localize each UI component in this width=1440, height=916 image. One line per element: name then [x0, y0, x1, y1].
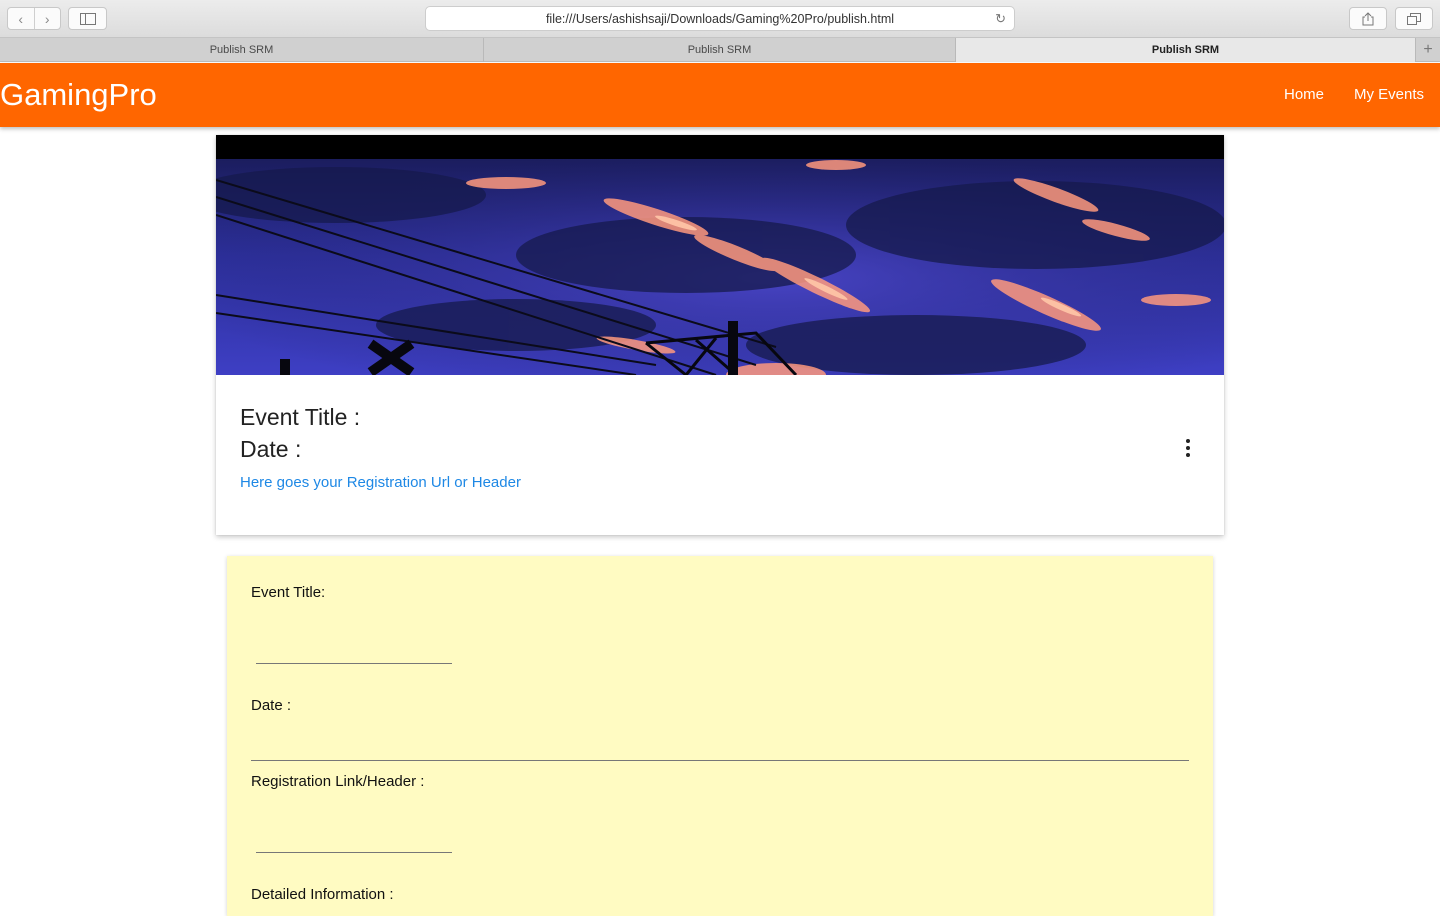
- history-nav: ‹ ›: [7, 7, 61, 30]
- browser-tab[interactable]: Publish SRM: [0, 38, 484, 62]
- event-title-label: Event Title:: [251, 584, 326, 601]
- registration-input[interactable]: [256, 833, 452, 853]
- url-text: file:///Users/ashishsaji/Downloads/Gamin…: [545, 11, 895, 26]
- registration-link[interactable]: Here goes your Registration Url or Heade…: [240, 473, 521, 493]
- event-form: Event Title: Date : Registration Link/He…: [227, 556, 1213, 916]
- brand-logo[interactable]: GamingPro: [0, 77, 157, 113]
- event-title-input[interactable]: [256, 644, 452, 664]
- date-label: Date :: [251, 697, 292, 714]
- reload-icon[interactable]: ↻: [995, 11, 1006, 27]
- tab-bar: Publish SRM Publish SRM Publish SRM +: [0, 38, 1440, 62]
- nav-home-link[interactable]: Home: [1284, 85, 1324, 105]
- nav-my-events-link[interactable]: My Events: [1354, 85, 1424, 105]
- plus-icon[interactable]: +: [1416, 38, 1440, 62]
- sidebar-icon: [79, 12, 96, 25]
- tabs-overview-icon: [1407, 12, 1421, 25]
- forward-icon[interactable]: ›: [34, 11, 60, 27]
- registration-label: Registration Link/Header :: [251, 773, 425, 790]
- share-icon: [1362, 11, 1374, 25]
- card-event-title: Event Title :: [240, 404, 361, 430]
- browser-tab-active[interactable]: Publish SRM: [956, 38, 1416, 62]
- share-button[interactable]: [1349, 7, 1387, 30]
- more-vert-icon[interactable]: [1180, 437, 1196, 459]
- address-bar[interactable]: file:///Users/ashishsaji/Downloads/Gamin…: [425, 6, 1015, 31]
- date-input[interactable]: [251, 741, 1189, 761]
- tabs-overview-button[interactable]: [1395, 7, 1433, 30]
- card-image: [216, 135, 1224, 375]
- back-icon[interactable]: ‹: [8, 11, 34, 27]
- browser-toolbar: ‹ › file:///Users/ashishsaji/Downloads/G…: [0, 0, 1440, 38]
- app-navbar: GamingPro Home My Events: [0, 63, 1440, 127]
- card-event-date: Date :: [240, 436, 302, 462]
- sidebar-button[interactable]: [68, 7, 107, 30]
- detailed-info-label: Detailed Information :: [251, 886, 394, 903]
- browser-tab[interactable]: Publish SRM: [484, 38, 956, 62]
- event-card: Event Title : Date : Here goes your Regi…: [216, 135, 1224, 535]
